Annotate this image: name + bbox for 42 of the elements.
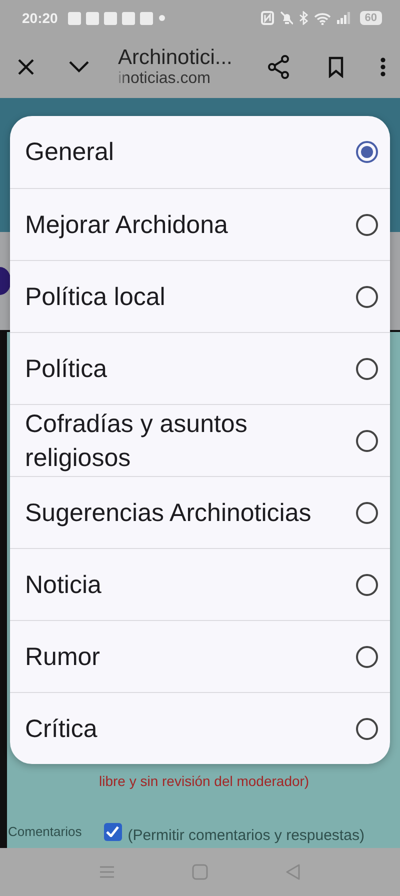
page-title: Archinotici... — [118, 46, 234, 70]
radio-button[interactable] — [356, 214, 378, 236]
moderation-note: libre y sin revisión del moderador) — [98, 773, 310, 789]
battery-level: 60 — [360, 11, 382, 25]
app-notification-icon — [104, 12, 117, 24]
bookmark-icon[interactable] — [328, 56, 344, 78]
category-option[interactable]: Cofradías y asuntos religiosos — [10, 404, 390, 476]
radio-button[interactable] — [356, 646, 378, 668]
more-icon[interactable] — [380, 57, 386, 77]
radio-button[interactable] — [356, 430, 378, 452]
category-option[interactable]: Política — [10, 332, 390, 404]
chevron-down-icon[interactable] — [68, 60, 90, 74]
category-option[interactable]: Política local — [10, 260, 390, 332]
radio-button[interactable] — [356, 718, 378, 740]
radio-button[interactable] — [356, 286, 378, 308]
comments-label: Comentarios — [8, 824, 82, 839]
radio-button[interactable] — [356, 358, 378, 380]
wifi-icon — [314, 12, 331, 24]
category-option[interactable]: General — [10, 116, 390, 188]
app-notification-icon — [122, 12, 135, 24]
clock: 20:20 — [22, 10, 58, 26]
category-option[interactable]: Mejorar Archidona — [10, 188, 390, 260]
category-option[interactable]: Noticia — [10, 548, 390, 620]
category-option[interactable]: Sugerencias Archinoticias — [10, 476, 390, 548]
app-notification-icon — [140, 12, 153, 24]
comments-hint: (Permitir comentarios y respuestas) — [128, 827, 364, 844]
signal-icon — [336, 12, 350, 24]
nfc-icon — [260, 11, 274, 25]
bell-off-icon — [280, 11, 293, 25]
radio-button[interactable] — [356, 141, 378, 163]
category-option[interactable]: Crítica — [10, 692, 390, 764]
comments-checkbox[interactable] — [104, 822, 122, 840]
radio-button[interactable] — [356, 574, 378, 596]
app-notification-icon — [68, 12, 81, 24]
radio-button[interactable] — [356, 502, 378, 524]
dot-icon — [158, 15, 165, 21]
page-url: inoticias.com — [118, 70, 212, 88]
close-icon[interactable] — [16, 57, 36, 77]
app-notification-icon — [86, 12, 99, 24]
share-icon[interactable] — [268, 55, 290, 79]
bluetooth-icon — [298, 11, 308, 25]
category-option[interactable]: Rumor — [10, 620, 390, 692]
